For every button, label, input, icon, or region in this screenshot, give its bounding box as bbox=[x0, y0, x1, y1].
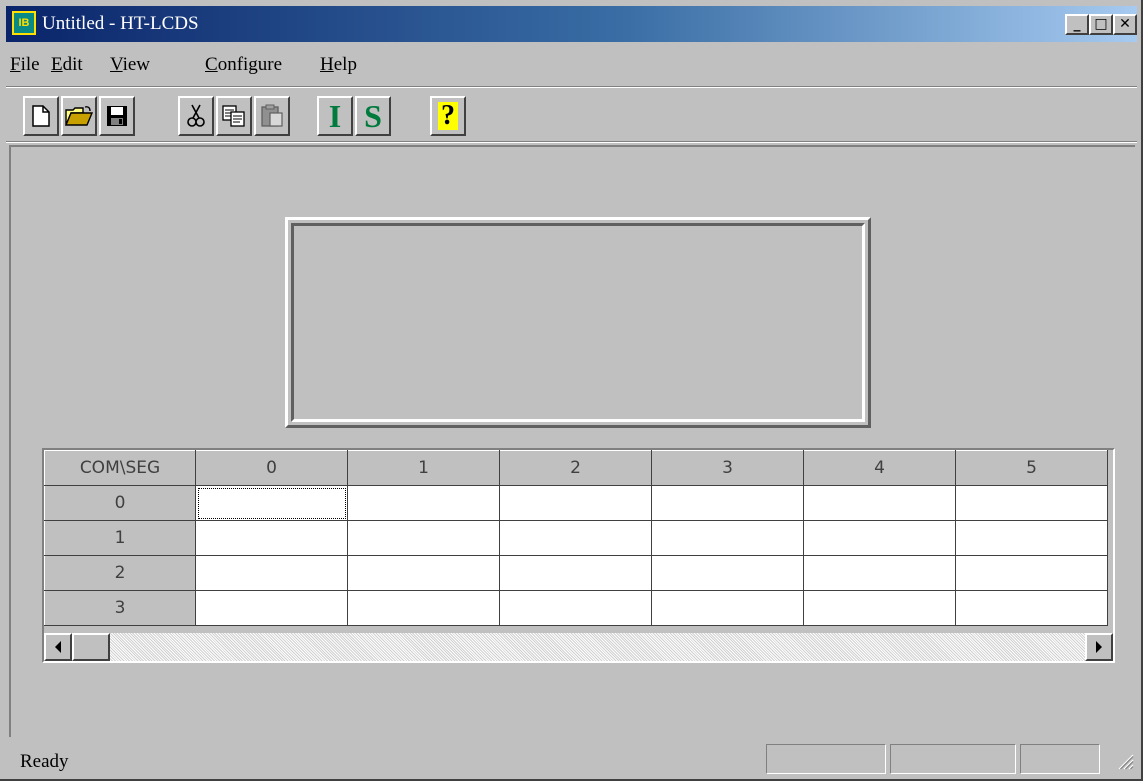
table-row: 1 bbox=[44, 520, 1108, 556]
grid-cell[interactable] bbox=[955, 555, 1108, 591]
com-header[interactable]: 0 bbox=[44, 485, 196, 521]
seg-header[interactable]: 4 bbox=[803, 450, 956, 486]
window-title: Untitled - HT-LCDS bbox=[42, 13, 199, 34]
status-panel bbox=[890, 744, 1016, 774]
com-header[interactable]: 3 bbox=[44, 590, 196, 626]
seg-header[interactable]: 1 bbox=[347, 450, 500, 486]
com-seg-grid: COM\SEG 0 1 2 3 4 5 0 1 2 3 bbox=[42, 448, 1115, 663]
grid-cell[interactable] bbox=[651, 590, 804, 626]
seg-header[interactable]: 2 bbox=[499, 450, 652, 486]
app-logo-icon[interactable]: IB bbox=[12, 11, 36, 35]
table-row: 3 bbox=[44, 590, 1108, 626]
close-button[interactable]: ✕ bbox=[1113, 14, 1137, 35]
status-bar: Ready bbox=[6, 742, 1137, 776]
minimize-button[interactable]: _ bbox=[1065, 14, 1089, 35]
grid-cell[interactable] bbox=[195, 555, 348, 591]
menu-view[interactable]: View bbox=[110, 54, 150, 76]
help-button[interactable]: ? bbox=[430, 96, 466, 136]
grid-cell[interactable] bbox=[347, 590, 500, 626]
scroll-thumb[interactable] bbox=[72, 633, 110, 661]
grid-header-row: COM\SEG 0 1 2 3 4 5 bbox=[44, 450, 1108, 486]
paste-button[interactable] bbox=[254, 96, 290, 136]
grid-cell[interactable] bbox=[347, 555, 500, 591]
grid-cell[interactable] bbox=[651, 520, 804, 556]
grid-cell[interactable] bbox=[651, 555, 804, 591]
arrow-left-icon bbox=[55, 641, 61, 653]
save-button[interactable] bbox=[99, 96, 135, 136]
grid-cell[interactable] bbox=[499, 555, 652, 591]
setup-s-button[interactable]: S bbox=[355, 96, 391, 136]
com-header[interactable]: 2 bbox=[44, 555, 196, 591]
menu-separator bbox=[6, 86, 1137, 88]
grid-cell[interactable] bbox=[195, 590, 348, 626]
status-panel bbox=[766, 744, 886, 774]
scroll-left-button[interactable] bbox=[44, 633, 72, 661]
paste-icon bbox=[261, 104, 283, 127]
new-file-button[interactable] bbox=[23, 96, 59, 136]
cut-scissors-icon bbox=[187, 104, 205, 127]
menu-help[interactable]: Help bbox=[320, 54, 357, 76]
grid-cell[interactable] bbox=[803, 485, 956, 521]
main-window: IB Untitled - HT-LCDS _ □ ✕ File Edit Vi… bbox=[0, 0, 1143, 781]
help-question-icon: ? bbox=[438, 102, 458, 130]
grid-cell[interactable] bbox=[955, 590, 1108, 626]
grid-cell[interactable] bbox=[499, 520, 652, 556]
toolbar-separator bbox=[6, 141, 1137, 143]
grid-cell[interactable] bbox=[955, 485, 1108, 521]
lcd-preview-panel bbox=[291, 223, 865, 422]
horizontal-scrollbar[interactable] bbox=[44, 633, 1113, 661]
grid-cell[interactable] bbox=[347, 520, 500, 556]
status-panel bbox=[1020, 744, 1100, 774]
seg-header[interactable]: 3 bbox=[651, 450, 804, 486]
table-row: 2 bbox=[44, 555, 1108, 591]
grid-cell[interactable] bbox=[499, 590, 652, 626]
menu-file[interactable]: File bbox=[10, 54, 40, 76]
seg-header[interactable]: 0 bbox=[195, 450, 348, 486]
grid-cell[interactable] bbox=[803, 590, 956, 626]
arrow-right-icon bbox=[1096, 641, 1102, 653]
s-tool-label: S bbox=[364, 98, 382, 134]
grid-cell[interactable] bbox=[195, 520, 348, 556]
open-button[interactable] bbox=[61, 96, 97, 136]
lcd-preview-frame bbox=[285, 217, 871, 428]
grid-cell[interactable] bbox=[347, 485, 500, 521]
new-file-icon bbox=[32, 105, 50, 127]
grid-cell[interactable] bbox=[955, 520, 1108, 556]
maximize-button[interactable]: □ bbox=[1089, 14, 1113, 35]
grid-cell[interactable] bbox=[803, 520, 956, 556]
insert-i-button[interactable]: I bbox=[317, 96, 353, 136]
seg-header[interactable]: 5 bbox=[955, 450, 1108, 486]
table-row: 0 bbox=[44, 485, 1108, 521]
copy-button[interactable] bbox=[216, 96, 252, 136]
menu-configure[interactable]: Configure bbox=[205, 54, 282, 76]
save-disk-icon bbox=[107, 106, 127, 126]
cut-button[interactable] bbox=[178, 96, 214, 136]
copy-icon bbox=[222, 105, 245, 127]
grid-cell[interactable] bbox=[803, 555, 956, 591]
menu-edit[interactable]: Edit bbox=[51, 54, 83, 76]
status-text: Ready bbox=[20, 751, 69, 772]
scroll-right-button[interactable] bbox=[1085, 633, 1113, 661]
grid-corner-header: COM\SEG bbox=[44, 450, 196, 486]
grid-cell[interactable] bbox=[195, 485, 348, 521]
grid-cell[interactable] bbox=[651, 485, 804, 521]
i-tool-label: I bbox=[328, 98, 342, 134]
com-seg-table: COM\SEG 0 1 2 3 4 5 0 1 2 3 bbox=[44, 450, 1108, 626]
com-header[interactable]: 1 bbox=[44, 520, 196, 556]
title-bar[interactable]: IB Untitled - HT-LCDS _ □ ✕ bbox=[6, 6, 1137, 42]
open-folder-icon bbox=[65, 106, 93, 126]
resize-grip-icon[interactable] bbox=[1116, 752, 1134, 770]
grid-cell[interactable] bbox=[499, 485, 652, 521]
